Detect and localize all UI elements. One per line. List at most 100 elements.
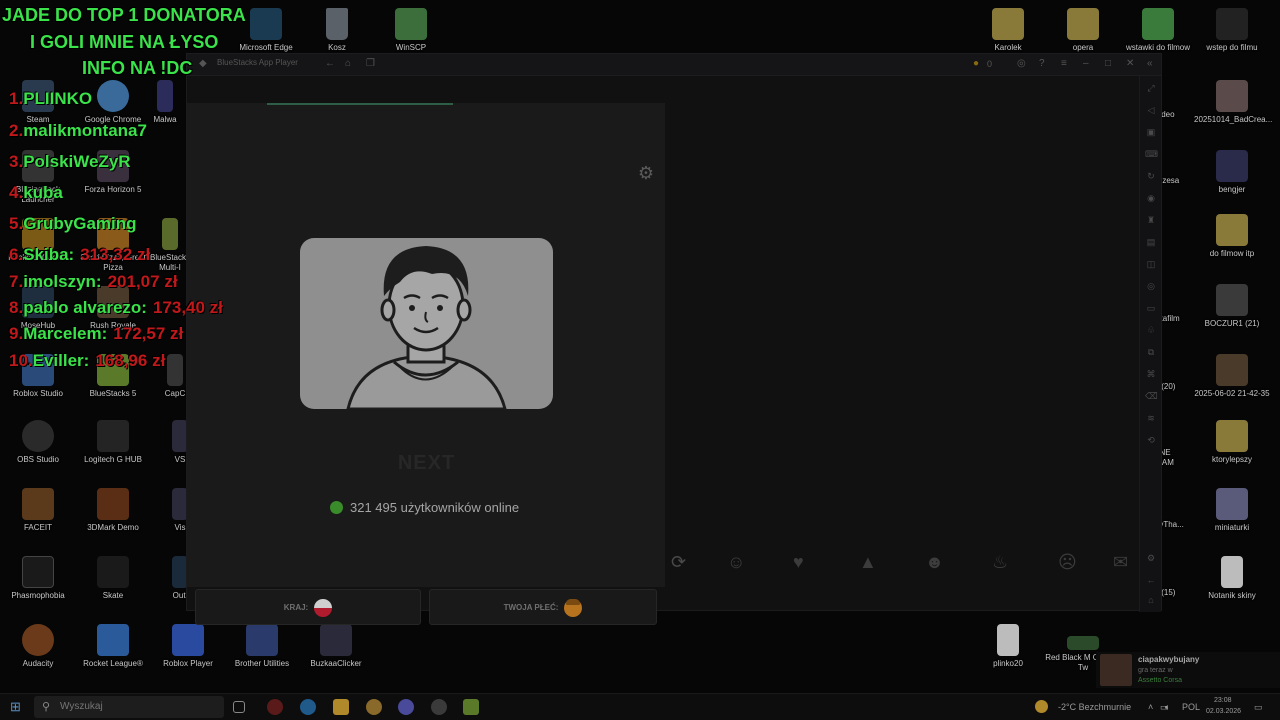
desktop-icon-3dmark[interactable]: 3DMark Demo bbox=[75, 488, 151, 533]
apk-icon[interactable]: ▤ bbox=[1145, 236, 1157, 248]
folder-icon bbox=[1216, 214, 1248, 246]
task-view-icon[interactable] bbox=[233, 701, 245, 713]
desktop-icon-logitech[interactable]: Logitech G HUB bbox=[75, 420, 151, 465]
settings-gear-icon[interactable]: ⚙ bbox=[636, 163, 656, 183]
home-nav-icon[interactable]: ⌂ bbox=[1145, 594, 1157, 606]
desktop-icon-malwa[interactable]: Malwa bbox=[140, 80, 190, 125]
volume-icon[interactable]: ◁ bbox=[1145, 104, 1157, 116]
eco-mode-icon[interactable]: ♧ bbox=[1145, 324, 1157, 336]
macro-icon[interactable]: ⌘ bbox=[1145, 368, 1157, 380]
desktop-icon-wstep[interactable]: wstep do filmu bbox=[1194, 8, 1270, 53]
logitech-icon bbox=[97, 420, 129, 452]
minimize-icon[interactable]: – bbox=[1083, 58, 1089, 70]
edge-taskbar-icon[interactable] bbox=[300, 699, 316, 715]
back-icon[interactable]: ← bbox=[325, 58, 335, 70]
smile-icon[interactable]: ☺ bbox=[727, 552, 745, 572]
gamepad-icon[interactable]: ♜ bbox=[1145, 214, 1157, 226]
desktop-icon-boczur[interactable]: BOCZUR1 (21) bbox=[1194, 284, 1270, 329]
bluestacks-window: ◆ BlueStacks App Player ← ⌂ ❐ ● 0 ◎ ? ≡ … bbox=[186, 53, 1162, 625]
desktop-icon-wstawki[interactable]: wstawki do filmow bbox=[1120, 8, 1196, 53]
desktop-icon-notanik[interactable]: Notanik skiny bbox=[1194, 556, 1270, 601]
sync-icon[interactable]: ⟲ bbox=[1145, 434, 1157, 446]
desktop-icon-karolek[interactable]: Karolek bbox=[970, 8, 1046, 53]
menu-icon[interactable]: ≡ bbox=[1061, 58, 1067, 70]
fire-icon[interactable]: ♨ bbox=[992, 552, 1008, 572]
angry-icon[interactable]: ☹ bbox=[1058, 552, 1077, 572]
screenshot-icon[interactable]: ◫ bbox=[1145, 258, 1157, 270]
language-indicator[interactable]: POL bbox=[1182, 702, 1200, 712]
ranking-position: 7. bbox=[9, 272, 24, 291]
help-icon[interactable]: ? bbox=[1039, 58, 1045, 70]
desktop-icon-audacity[interactable]: Audacity bbox=[0, 624, 76, 669]
desktop-icon-rocket-league[interactable]: Rocket League® bbox=[75, 624, 151, 669]
layers-icon[interactable]: ≋ bbox=[1145, 412, 1157, 424]
country-label: KRAJ: bbox=[283, 603, 309, 612]
maximize-icon[interactable]: □ bbox=[1105, 58, 1111, 70]
desktop-icon-skate[interactable]: Skate bbox=[75, 556, 151, 601]
desktop-icon-ktorylepszy[interactable]: ktorylepszy bbox=[1194, 420, 1270, 465]
bluestacks-titlebar[interactable]: ◆ BlueStacks App Player ← ⌂ ❐ ● 0 ◎ ? ≡ … bbox=[187, 54, 1161, 76]
obs-taskbar-icon[interactable] bbox=[431, 699, 447, 715]
speaker-icon[interactable]: 🔈︎ bbox=[1165, 702, 1170, 713]
account-icon[interactable]: ◎ bbox=[1017, 58, 1026, 70]
file-explorer-icon[interactable] bbox=[333, 699, 349, 715]
taskbar-search-box[interactable]: ⚲ bbox=[34, 696, 224, 718]
weather-status[interactable]: -2°C Bezchmurnie bbox=[1058, 702, 1131, 712]
multi-instance-icon[interactable]: ⧉ bbox=[1145, 346, 1157, 358]
desktop-icon-do-filmow[interactable]: do filmow itp bbox=[1194, 214, 1270, 259]
collapse-sidebar-icon[interactable]: « bbox=[1147, 58, 1153, 70]
refresh-icon[interactable]: ⟳ bbox=[671, 552, 686, 572]
clock-date[interactable]: 02.03.2026 bbox=[1206, 708, 1241, 715]
desktop-icon-miniaturki[interactable]: miniaturki bbox=[1194, 488, 1270, 533]
record-icon[interactable]: ◎ bbox=[1145, 280, 1157, 292]
keyboard-icon[interactable]: ⌨ bbox=[1145, 148, 1158, 160]
chat-icon[interactable]: ✉ bbox=[1113, 552, 1128, 572]
desktop-icon-buzkaaclicker[interactable]: BuzkaaClicker bbox=[298, 624, 374, 669]
desktop-icon-phasmophobia[interactable]: Phasmophobia bbox=[0, 556, 76, 601]
location-icon[interactable]: ◉ bbox=[1145, 192, 1157, 204]
desktop-icon-opera[interactable]: opera bbox=[1045, 8, 1121, 53]
tray-expand-icon[interactable]: ˄ bbox=[1148, 702, 1153, 712]
back-nav-icon[interactable]: ← bbox=[1145, 574, 1157, 586]
desktop-icon-badcrea[interactable]: 20251014_BadCrea... bbox=[1194, 80, 1272, 125]
friend-activity-toast[interactable]: ciapakwybujany gra teraz w Assetto Corsa bbox=[1096, 652, 1280, 688]
app-red-icon[interactable] bbox=[267, 699, 283, 715]
bluestacks-taskbar-icon[interactable] bbox=[463, 699, 479, 715]
skate-icon bbox=[97, 556, 129, 588]
desktop-icon-roblox-player[interactable]: Roblox Player bbox=[150, 624, 226, 669]
desktop-icon-winscp[interactable]: WinSCP bbox=[373, 8, 449, 53]
discord-taskbar-icon[interactable] bbox=[398, 699, 414, 715]
desktop-icon-recycle-bin[interactable]: Kosz bbox=[299, 8, 375, 53]
thumbs-up-icon[interactable]: ▲ bbox=[859, 552, 877, 572]
country-filter-button[interactable]: KRAJ: bbox=[195, 589, 421, 625]
trash-icon[interactable]: ⌫ bbox=[1145, 390, 1158, 402]
desktop-icon-brother[interactable]: Brother Utilities bbox=[224, 624, 300, 669]
clock-time[interactable]: 23:08 bbox=[1214, 697, 1232, 704]
ranking-position: 6. bbox=[9, 245, 24, 264]
ranking-position: 2. bbox=[9, 121, 24, 140]
settings-icon[interactable]: ⚙ bbox=[1145, 552, 1157, 564]
ranking-row: 7.imolszyn: 201,07 zł bbox=[9, 272, 178, 292]
gender-filter-button[interactable]: TWOJA PŁEĆ: bbox=[429, 589, 657, 625]
video-file-icon bbox=[1216, 8, 1248, 40]
ranking-name: PLIINKO bbox=[23, 89, 93, 108]
home-icon[interactable]: ⌂ bbox=[345, 58, 351, 70]
desktop-icon-obs[interactable]: OBS Studio bbox=[0, 420, 76, 465]
multitask-icon[interactable]: ❐ bbox=[366, 58, 375, 70]
notifications-icon[interactable]: ▭ bbox=[1254, 702, 1263, 713]
fullscreen-icon[interactable]: ⤢ bbox=[1145, 82, 1157, 94]
next-button[interactable]: NEXT bbox=[364, 449, 489, 477]
chrome-taskbar-icon[interactable] bbox=[366, 699, 382, 715]
desktop-icon-plinko20[interactable]: plinko20 bbox=[970, 624, 1046, 669]
desktop-icon-bengjer[interactable]: bengjer bbox=[1194, 150, 1270, 195]
windows-start-icon[interactable]: ⊞ bbox=[10, 700, 24, 714]
desktop-icon-faceit[interactable]: FACEIT bbox=[0, 488, 76, 533]
close-icon[interactable]: ✕ bbox=[1126, 58, 1134, 70]
rotate-icon[interactable]: ↻ bbox=[1145, 170, 1157, 182]
desktop-icon-2025-06-02[interactable]: 2025-06-02 21-42-35 bbox=[1194, 354, 1270, 399]
heart-icon[interactable]: ♥ bbox=[793, 552, 804, 572]
folder-icon[interactable]: ▭ bbox=[1145, 302, 1157, 314]
media-icon[interactable]: ▣ bbox=[1145, 126, 1157, 138]
taskbar-search-input[interactable] bbox=[60, 701, 210, 712]
grin-icon[interactable]: ☻ bbox=[925, 552, 944, 572]
